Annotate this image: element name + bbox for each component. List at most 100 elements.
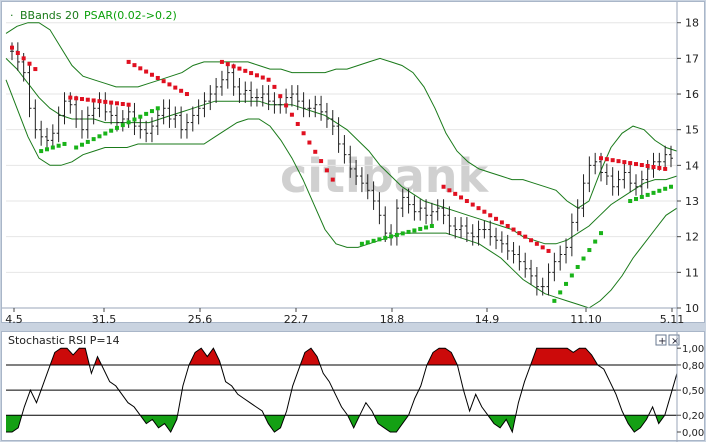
psar-dot [599,231,604,236]
psar-dot [91,98,96,103]
psar-dot [284,103,289,108]
psar-dot [330,177,335,182]
price-bar [254,88,259,107]
psar-dot [149,72,154,77]
osc-plus-button[interactable]: + [655,334,667,347]
osc-y-axis: 0,00 0,20 0,50 0,80 1,00 [676,332,704,442]
x-tick-label: 5.11 [660,313,685,324]
psar-dot [383,235,388,240]
psar-dot [138,114,143,119]
y-axis: 10 11 12 13 14 15 16 17 18 [676,2,699,324]
psar-dot [476,206,481,211]
psar-dot [173,85,178,90]
psar-dot [85,97,90,102]
price-bar [214,77,219,103]
psar-dot [546,248,551,253]
psar-dot [266,77,271,82]
close-icon: × [671,336,679,347]
psar-dot [628,161,633,166]
psar-dot [126,120,131,125]
psar-dot [657,165,662,170]
psar-dot [126,59,131,64]
price-bar [74,95,79,128]
legend-bbands: BBands 20 [20,9,79,22]
price-bar [173,106,178,128]
psar-dot [79,142,84,147]
psar-dot [97,99,102,104]
psar-dot [272,84,277,89]
psar-dot [184,92,189,97]
y-tick-label: 11 [685,266,699,279]
price-bar [604,163,609,185]
psar-dot [359,241,364,246]
psar-dot [400,231,405,236]
psar-dot [639,163,644,168]
psar-dot [103,99,108,104]
psar-dot [634,196,639,201]
x-tick-label: 31.5 [92,313,117,324]
price-bar [429,202,434,225]
psar-dot [523,234,528,239]
x-tick-label: 22.7 [284,313,309,324]
psar-dot [74,96,79,101]
price-chart: citibank · BBands 20 PSAR(0.02->0.2) 101… [2,2,699,324]
psar-dot [599,156,604,161]
psar-dot [103,131,108,136]
price-bar [307,99,312,118]
x-tick-label: 18.8 [380,313,405,324]
y-tick-label: 15 [685,124,699,137]
price-bar [499,231,504,253]
price-bar [622,163,627,189]
price-bar [10,42,14,61]
psar-dot [453,191,458,196]
price-bar [243,81,248,103]
psar-dot [44,147,49,152]
psar-dot [651,190,656,195]
psar-dot [564,281,569,286]
price-bar [634,174,639,196]
psar-dot [301,131,306,136]
psar-dot [581,256,586,261]
psar-dot [558,290,563,295]
price-bar [27,63,32,118]
psar-dot [114,125,119,130]
psar-dot [569,273,574,278]
psar-dot [505,223,510,228]
psar-dot [511,227,516,232]
price-bar [628,163,633,193]
price-bar [225,63,230,89]
price-bar [190,106,195,132]
price-bar [523,252,528,278]
psar-dot [616,159,621,164]
price-bar [330,110,335,136]
psar-dot [167,82,172,87]
psar-dot [109,100,114,105]
price-bar [56,106,61,143]
price-bar [109,102,114,125]
legend-psar: PSAR(0.02->0.2) [84,9,177,22]
psar-dot [517,231,522,236]
psar-dot [109,128,114,133]
psar-dot [289,112,294,117]
price-bar [272,92,277,114]
stoch-rsi-chart: Stochastic RSI P=14 + × 0,00 0,20 0,50 0,80… [6,332,704,442]
psar-dot [494,216,499,221]
psar-dot [91,137,96,142]
osc-close-button[interactable]: × [668,334,680,347]
price-chart-panel: citibank · BBands 20 PSAR(0.02->0.2) 10 1… [1,1,705,324]
psar-dot [155,106,160,111]
psar-dot [324,168,329,173]
psar-dot [540,245,545,250]
psar-dot [10,45,14,50]
oscillator-panel: Stochastic RSI P=14 + × 0,00 0,20 0,50 0,80… [1,331,705,442]
price-bar [447,206,452,235]
psar-dot [499,220,504,225]
psar-dot [406,229,411,234]
price-bar [319,95,324,121]
psar-dot [447,188,452,193]
psar-dot [56,143,61,148]
psar-dot [120,102,125,107]
y-tick-label: 17 [685,52,699,65]
psar-dot [237,66,242,71]
price-bar [610,167,615,196]
